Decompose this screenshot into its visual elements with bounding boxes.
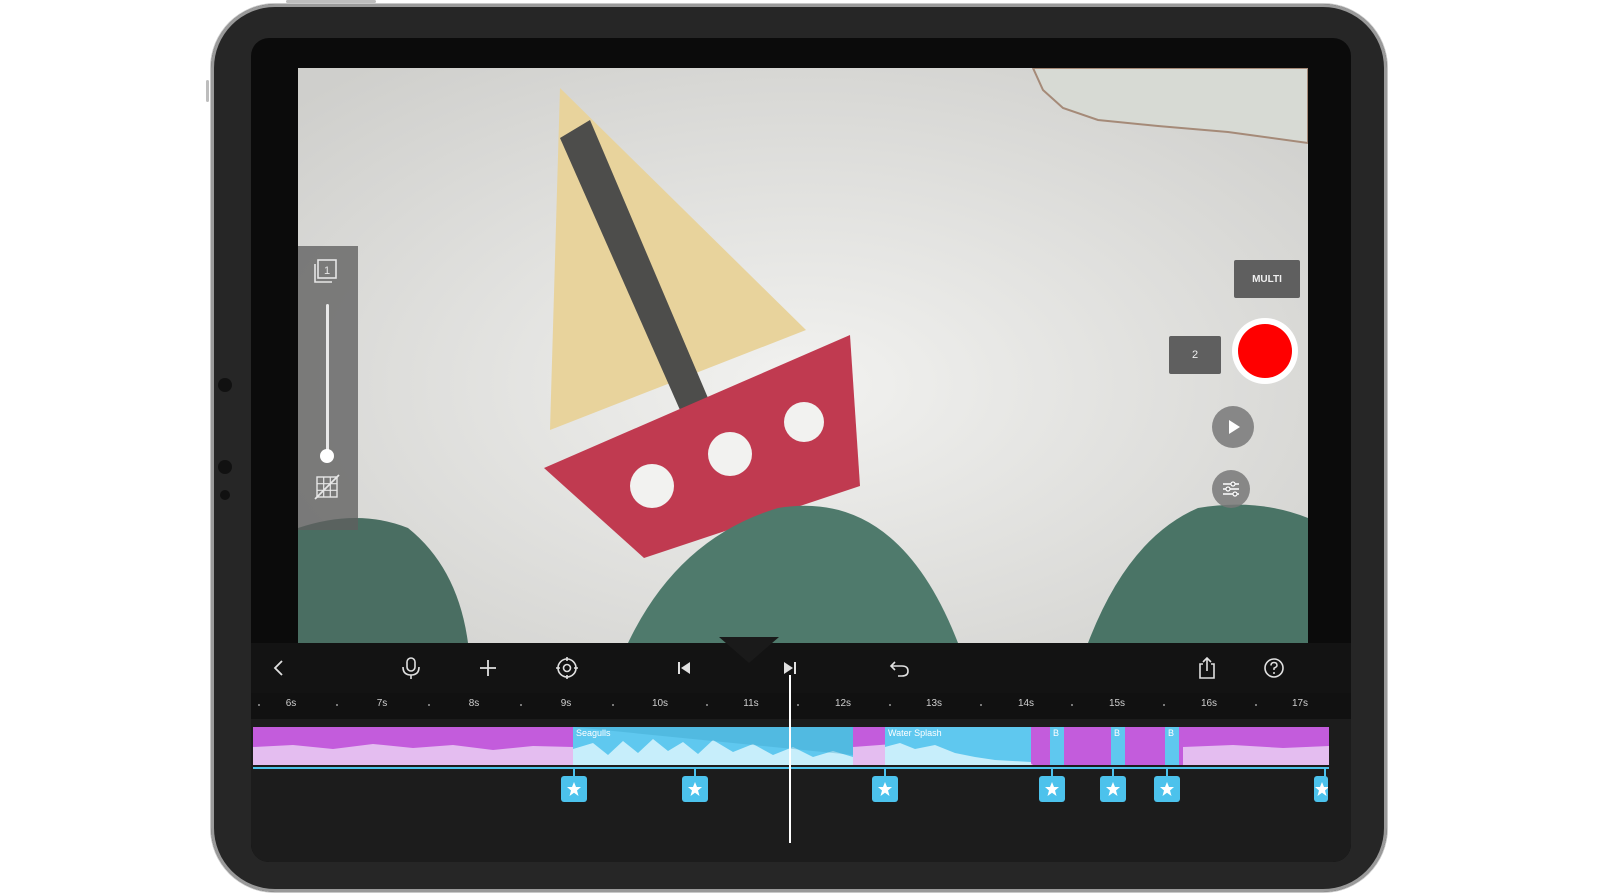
ruler-label: 14s xyxy=(1017,698,1035,709)
playhead[interactable] xyxy=(789,675,791,843)
ruler-tick xyxy=(889,704,891,706)
top-button xyxy=(286,0,376,3)
stop-motion-scene xyxy=(298,68,1308,643)
star-icon xyxy=(878,782,892,796)
frames-per-capture-button[interactable]: 2 xyxy=(1169,336,1221,374)
effect-marker[interactable] xyxy=(1314,776,1328,802)
star-icon xyxy=(567,782,581,796)
timeline[interactable]: Seagulls Water Splash B B B xyxy=(251,719,1351,862)
preview-drawer-handle[interactable] xyxy=(719,637,779,663)
effect-marker[interactable] xyxy=(1100,776,1126,802)
capture-button[interactable] xyxy=(1232,318,1298,384)
ruler-tick xyxy=(258,704,260,706)
star-icon xyxy=(1160,782,1174,796)
effect-marker[interactable] xyxy=(682,776,708,802)
camera-settings-button[interactable] xyxy=(1212,470,1250,508)
back-icon[interactable] xyxy=(264,653,294,683)
play-icon xyxy=(1229,420,1240,434)
skip-back-icon[interactable] xyxy=(669,653,699,683)
ruler-tick xyxy=(520,704,522,706)
ruler-tick xyxy=(706,704,708,706)
ruler-label: 15s xyxy=(1108,698,1126,709)
effect-marker[interactable] xyxy=(1039,776,1065,802)
ruler-label: 10s xyxy=(651,698,669,709)
ruler-label: 16s xyxy=(1200,698,1218,709)
ruler-tick xyxy=(612,704,614,706)
onion-skin-panel: 1 xyxy=(298,246,358,530)
ruler-label: 11s xyxy=(743,698,759,709)
clip-label: B xyxy=(1053,728,1060,738)
clip-waveform xyxy=(573,727,853,765)
time-ruler[interactable]: 6s 7s 8s 9s 10s 11s 12s 13s 14s 15s 16s … xyxy=(251,693,1351,719)
ruler-tick xyxy=(797,704,799,706)
star-icon xyxy=(1315,782,1328,796)
clip-label: Seagulls xyxy=(576,728,611,738)
clip-label: B xyxy=(1168,728,1175,738)
ruler-tick xyxy=(1163,704,1165,706)
toolbar xyxy=(251,643,1351,693)
star-icon xyxy=(1045,782,1059,796)
effect-marker[interactable] xyxy=(872,776,898,802)
sound-clip[interactable]: B xyxy=(1165,727,1179,765)
app-screen: 1 MULTI 2 6s 7s 8s 9s 10s 11s 12s 13s 14… xyxy=(251,38,1351,862)
effect-marker[interactable] xyxy=(561,776,587,802)
sound-clip[interactable]: Water Splash xyxy=(885,727,1031,765)
sensor-dot xyxy=(220,490,230,500)
camera-dot xyxy=(218,378,232,392)
camera-preview[interactable] xyxy=(298,68,1308,643)
onion-skin-slider-knob[interactable] xyxy=(320,449,334,463)
multi-capture-button[interactable]: MULTI xyxy=(1234,260,1300,298)
microphone-icon[interactable] xyxy=(396,653,426,683)
star-icon xyxy=(688,782,702,796)
ruler-label: 17s xyxy=(1291,698,1309,709)
ruler-label: 12s xyxy=(834,698,852,709)
camera-lens xyxy=(218,460,232,474)
frame-copy-icon[interactable]: 1 xyxy=(312,256,342,286)
grid-off-icon[interactable] xyxy=(312,472,342,502)
share-icon[interactable] xyxy=(1192,653,1222,683)
star-icon xyxy=(1106,782,1120,796)
ruler-label: 7s xyxy=(376,698,388,709)
clip-label: Water Splash xyxy=(888,728,942,738)
ruler-tick xyxy=(1071,704,1073,706)
sound-clip[interactable]: Seagulls xyxy=(573,727,853,765)
ruler-tick xyxy=(428,704,430,706)
ruler-tick xyxy=(980,704,982,706)
audio-track[interactable]: Seagulls Water Splash B B B xyxy=(253,727,1329,765)
ruler-tick xyxy=(1255,704,1257,706)
help-icon[interactable] xyxy=(1259,653,1289,683)
clip-label: B xyxy=(1114,728,1121,738)
ruler-label: 13s xyxy=(925,698,943,709)
volume-button xyxy=(206,80,209,102)
settings-icon[interactable] xyxy=(552,653,582,683)
add-icon[interactable] xyxy=(473,653,503,683)
record-icon xyxy=(1238,324,1292,378)
ruler-label: 8s xyxy=(468,698,480,709)
sound-clip[interactable]: B xyxy=(1050,727,1064,765)
svg-text:1: 1 xyxy=(324,265,330,277)
sliders-icon xyxy=(1223,481,1239,497)
onion-skin-slider[interactable] xyxy=(326,304,329,456)
ruler-tick xyxy=(336,704,338,706)
effect-marker[interactable] xyxy=(1154,776,1180,802)
ruler-label: 9s xyxy=(560,698,572,709)
sound-clip[interactable]: B xyxy=(1111,727,1125,765)
play-button[interactable] xyxy=(1212,406,1254,448)
ruler-label: 6s xyxy=(285,698,297,709)
undo-icon[interactable] xyxy=(885,653,915,683)
